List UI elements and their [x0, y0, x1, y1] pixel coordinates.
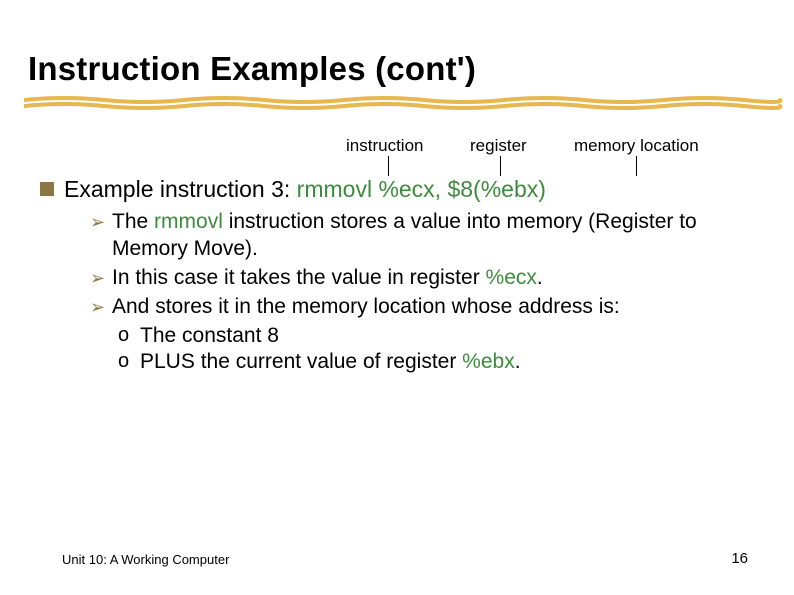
scribble-icon: [24, 94, 784, 112]
text: The constant 8: [140, 324, 279, 347]
text: .: [537, 266, 543, 289]
text: In this case it takes the value in regis…: [112, 266, 486, 289]
text: And stores it in the memory location who…: [112, 295, 620, 318]
label-memory: memory location: [574, 136, 699, 156]
list-item: ➢ And stores it in the memory location w…: [90, 294, 766, 321]
footer-text: Unit 10: A Working Computer: [62, 552, 748, 567]
pointer-line: [636, 156, 637, 176]
arrow-bullet-icon: ➢: [90, 211, 105, 234]
circle-bullet-icon: o: [118, 323, 129, 349]
code-ebx: %ebx: [462, 350, 515, 373]
title-underline: [28, 94, 766, 112]
circle-bullet-icon: o: [118, 349, 129, 375]
arrow-bullet-icon: ➢: [90, 267, 105, 290]
list-item: ➢ In this case it takes the value in reg…: [90, 265, 766, 292]
example-code: rmmovl %ecx, $8(%ebx): [297, 176, 546, 202]
list-item: o The constant 8: [90, 323, 766, 350]
text: .: [515, 350, 521, 373]
list-item: ➢ The rmmovl instruction stores a value …: [90, 209, 766, 263]
list-item: o PLUS the current value of register %eb…: [90, 349, 766, 376]
example-lead: Example instruction 3:: [64, 176, 297, 202]
slide-title: Instruction Examples (cont'): [28, 50, 766, 88]
bullet-list: ➢ The rmmovl instruction stores a value …: [28, 209, 766, 376]
pointer-line: [500, 156, 501, 176]
annotation-labels: instruction register memory location: [28, 136, 766, 160]
code-rmmovl: rmmovl: [154, 210, 223, 233]
page-number: 16: [731, 550, 748, 567]
code-ecx: %ecx: [486, 266, 537, 289]
pointer-line: [388, 156, 389, 176]
label-instruction: instruction: [346, 136, 423, 156]
text: PLUS the current value of register: [140, 350, 462, 373]
example-line: Example instruction 3: rmmovl %ecx, $8(%…: [28, 176, 766, 203]
slide: Instruction Examples (cont') instruction…: [0, 0, 794, 595]
label-register: register: [470, 136, 527, 156]
arrow-bullet-icon: ➢: [90, 296, 105, 319]
square-bullet-icon: [40, 182, 54, 196]
text: The: [112, 210, 154, 233]
